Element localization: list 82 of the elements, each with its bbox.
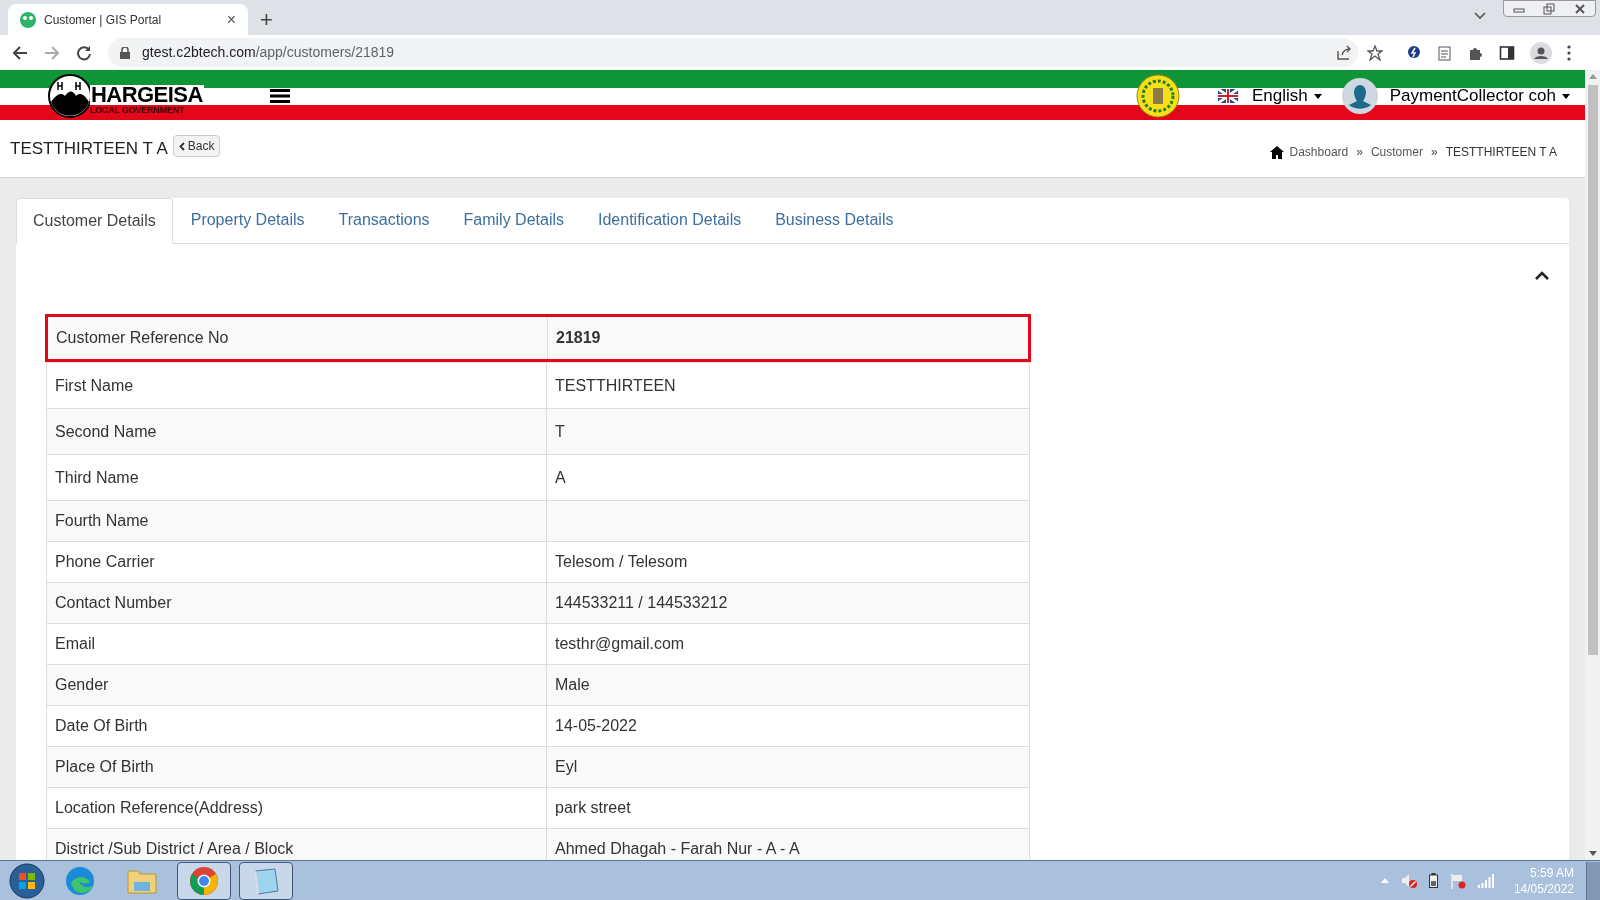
- tab[interactable]: Business Details: [759, 197, 910, 243]
- home-icon: [1269, 146, 1284, 159]
- close-icon[interactable]: [1573, 2, 1586, 15]
- battery-icon[interactable]: [1428, 873, 1438, 888]
- speaker-muted-icon[interactable]: [1400, 872, 1417, 889]
- coat-of-arms-icon: [1135, 74, 1180, 118]
- breadcrumb-link[interactable]: Dashboard: [1289, 143, 1349, 161]
- language-dropdown[interactable]: English: [1251, 83, 1322, 109]
- field-value: Telesom / Telesom: [555, 552, 688, 572]
- field-value: 21819: [556, 328, 601, 348]
- scrollbar[interactable]: [1585, 70, 1600, 860]
- reload-icon[interactable]: [76, 44, 92, 61]
- field-label: First Name: [55, 375, 134, 396]
- address-bar[interactable]: gtest.c2btech.com/app/customers/21819: [108, 38, 1358, 67]
- field-value: Eyl: [555, 757, 578, 777]
- field-value: TESTTHIRTEEN: [555, 375, 676, 396]
- field-label: Date Of Birth: [55, 716, 148, 736]
- breadcrumb-separator: »: [1356, 144, 1363, 161]
- show-desktop-button[interactable]: [1586, 861, 1600, 900]
- field-label: Contact Number: [55, 593, 172, 613]
- logo-title: HARGEISA: [90, 85, 204, 105]
- chevron-down-icon[interactable]: [1474, 12, 1486, 20]
- back-button[interactable]: Back: [172, 135, 221, 157]
- scroll-down-icon[interactable]: [1588, 851, 1597, 856]
- tab[interactable]: Customer Details: [16, 198, 173, 244]
- field-label: Location Reference(Address): [55, 798, 264, 818]
- clipboard-icon[interactable]: [1437, 45, 1453, 61]
- field-value: testhr@gmail.com: [555, 634, 685, 654]
- start-button-icon[interactable]: [9, 862, 45, 899]
- field-value: T: [555, 421, 565, 442]
- chevron-left-icon: [178, 141, 185, 151]
- scrollbar-thumb[interactable]: [1587, 85, 1598, 655]
- back-arrow-icon[interactable]: [12, 44, 28, 61]
- field-label: Place Of Birth: [55, 757, 154, 777]
- field-value: 144533211 / 144533212: [555, 593, 728, 613]
- taskbar-app-button[interactable]: [239, 861, 293, 900]
- menu-dots-icon[interactable]: [1567, 45, 1571, 61]
- breadcrumb-separator: »: [1430, 144, 1438, 161]
- avatar-icon: [1341, 78, 1378, 114]
- notepad-icon: [251, 866, 281, 895]
- collapse-chevron-icon[interactable]: [1535, 271, 1549, 280]
- field-value: Ahmed Dhagah - Farah Nur - A - A: [555, 839, 800, 859]
- caret-icon: [1313, 93, 1322, 99]
- field-label: Third Name: [55, 467, 139, 488]
- new-tab-button[interactable]: +: [260, 9, 273, 31]
- menu-icon[interactable]: [269, 89, 290, 103]
- tab[interactable]: Family Details: [447, 197, 580, 243]
- star-icon[interactable]: [1367, 45, 1383, 61]
- restore-icon[interactable]: [1543, 2, 1556, 15]
- breadcrumb-current: TESTTHIRTEEN T A: [1445, 144, 1557, 161]
- taskbar-app-button[interactable]: [177, 861, 231, 900]
- tab-title: Customer | GIS Portal: [44, 11, 163, 29]
- profile-icon[interactable]: [1530, 42, 1552, 64]
- browser-tab[interactable]: Customer | GIS Portal ×: [8, 4, 248, 35]
- logo-subtitle: LOCAL GOVERNMENT: [90, 105, 186, 115]
- lock-icon: [120, 46, 130, 59]
- field-label: Phone Carrier: [55, 552, 155, 572]
- caret-icon: [1562, 93, 1570, 99]
- window-controls[interactable]: [1503, 0, 1596, 17]
- field-label: Second Name: [55, 421, 157, 442]
- share-icon[interactable]: [1336, 45, 1352, 61]
- field-value: park street: [555, 798, 631, 818]
- field-label: Email: [55, 634, 95, 654]
- field-value: Male: [555, 675, 590, 695]
- user-dropdown[interactable]: PaymentCollector coh: [1389, 83, 1570, 109]
- page-title: TESTTHIRTEEN T A: [10, 138, 168, 160]
- puzzle-icon[interactable]: [1468, 45, 1484, 61]
- tab[interactable]: Property Details: [174, 197, 321, 243]
- tab[interactable]: Transactions: [322, 197, 446, 243]
- field-label: Fourth Name: [55, 511, 149, 531]
- field-value: A: [555, 467, 566, 488]
- side-panel-icon[interactable]: [1499, 45, 1515, 61]
- browser-wave-icon: [65, 865, 95, 896]
- breadcrumb-link[interactable]: Customer: [1370, 143, 1423, 161]
- chrome-ball-icon: [189, 865, 219, 896]
- flag-error-icon[interactable]: [1449, 872, 1466, 889]
- field-value: 14-05-2022: [555, 716, 637, 736]
- field-label: District /Sub District / Area / Block: [55, 839, 294, 859]
- field-label: Gender: [55, 675, 109, 695]
- tab[interactable]: Identification Details: [582, 197, 758, 243]
- close-tab-button[interactable]: ×: [226, 7, 236, 32]
- field-label: Customer Reference No: [56, 328, 229, 348]
